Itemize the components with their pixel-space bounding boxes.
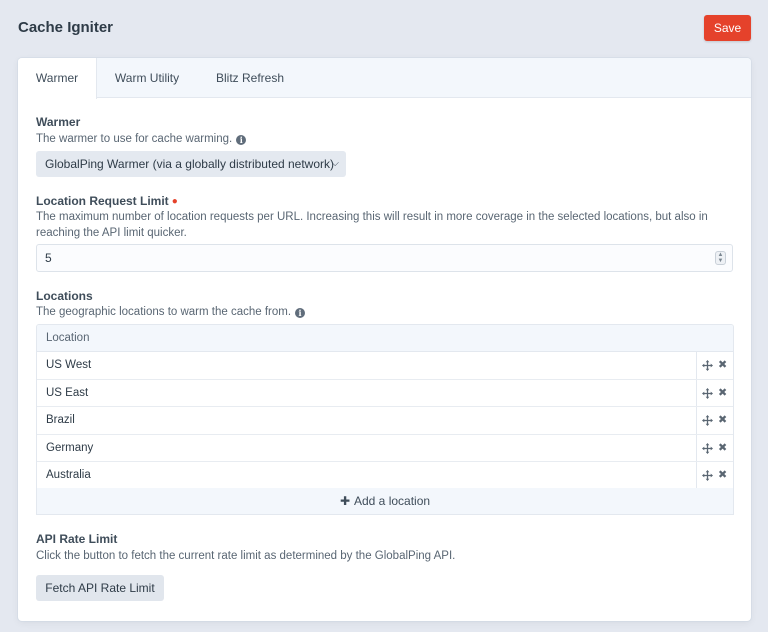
page-header: Cache Igniter Save [0,0,768,58]
add-location-label: Add a location [354,494,431,508]
warmer-instructions-text: The warmer to use for cache warming. [36,133,233,145]
page-title: Cache Igniter [18,19,114,36]
table-row: Brazil ✖ [37,407,733,435]
warmer-select[interactable]: GlobalPing Warmer (via a globally distri… [36,151,346,177]
move-icon[interactable] [702,415,713,427]
warmer-select-value: GlobalPing Warmer (via a globally distri… [45,157,335,171]
locations-table: Location US West ✖ US East ✖ Brazil ✖ Ge… [36,324,734,491]
delete-icon[interactable]: ✖ [718,435,727,462]
table-row: Germany ✖ [37,434,733,463]
location-cell[interactable]: Germany [46,442,93,454]
rate-limit-instructions: Click the button to fetch the current ra… [36,550,456,562]
delete-icon[interactable]: ✖ [718,407,727,434]
location-limit-value: 5 [45,251,52,265]
location-cell[interactable]: Australia [46,469,91,481]
location-cell[interactable]: US East [46,387,88,399]
location-limit-label-text: Location Request Limit [36,194,169,208]
info-icon[interactable]: i [236,135,247,145]
tab-blitz-refresh[interactable]: Blitz Refresh [206,58,294,98]
locations-label: Locations [36,289,93,303]
location-limit-label: Location Request Limit ● [36,194,178,208]
tab-warmer[interactable]: Warmer [18,58,96,99]
move-icon[interactable] [702,387,713,399]
location-limit-input[interactable]: 5 ▲ ▼ [36,244,733,272]
location-cell[interactable]: US West [46,359,91,371]
fetch-rate-limit-button[interactable]: Fetch API Rate Limit [36,575,164,601]
add-location-button[interactable]: ✚ Add a location [36,488,734,515]
locations-instructions: The geographic locations to warm the cac… [36,304,306,320]
tab-bar: Warmer Warm Utility Blitz Refresh [18,58,751,99]
tab-warm-utility[interactable]: Warm Utility [104,58,190,98]
delete-icon[interactable]: ✖ [718,380,727,407]
save-button[interactable]: Save [704,15,751,41]
move-icon[interactable] [702,442,713,454]
chevron-down-icon: ⌵ [331,158,339,169]
table-row: Australia ✖ [37,462,733,490]
warmer-label: Warmer [36,115,81,129]
delete-icon[interactable]: ✖ [718,352,727,379]
location-column-header: Location [37,325,733,352]
location-limit-instructions-line1: The maximum number of location requests … [36,211,708,223]
move-icon[interactable] [702,470,713,482]
required-indicator-icon: ● [171,196,178,207]
info-icon[interactable]: i [295,308,306,318]
rate-limit-label: API Rate Limit [36,532,118,546]
delete-icon[interactable]: ✖ [718,462,727,489]
number-spinner[interactable]: ▲ ▼ [715,251,726,265]
locations-instructions-text: The geographic locations to warm the cac… [36,306,292,318]
warmer-instructions: The warmer to use for cache warming. i [36,131,247,147]
settings-panel: Warmer Warm Utility Blitz Refresh Warmer… [18,58,751,621]
plus-icon: ✚ [339,494,350,508]
location-limit-instructions-line2: reaching the API limit quicker. [36,227,187,239]
table-row: US West ✖ [37,352,733,380]
location-limit-instructions: The maximum number of location requests … [36,209,708,241]
move-icon[interactable] [702,360,713,371]
table-row: US East ✖ [37,379,733,408]
location-cell[interactable]: Brazil [46,414,75,426]
